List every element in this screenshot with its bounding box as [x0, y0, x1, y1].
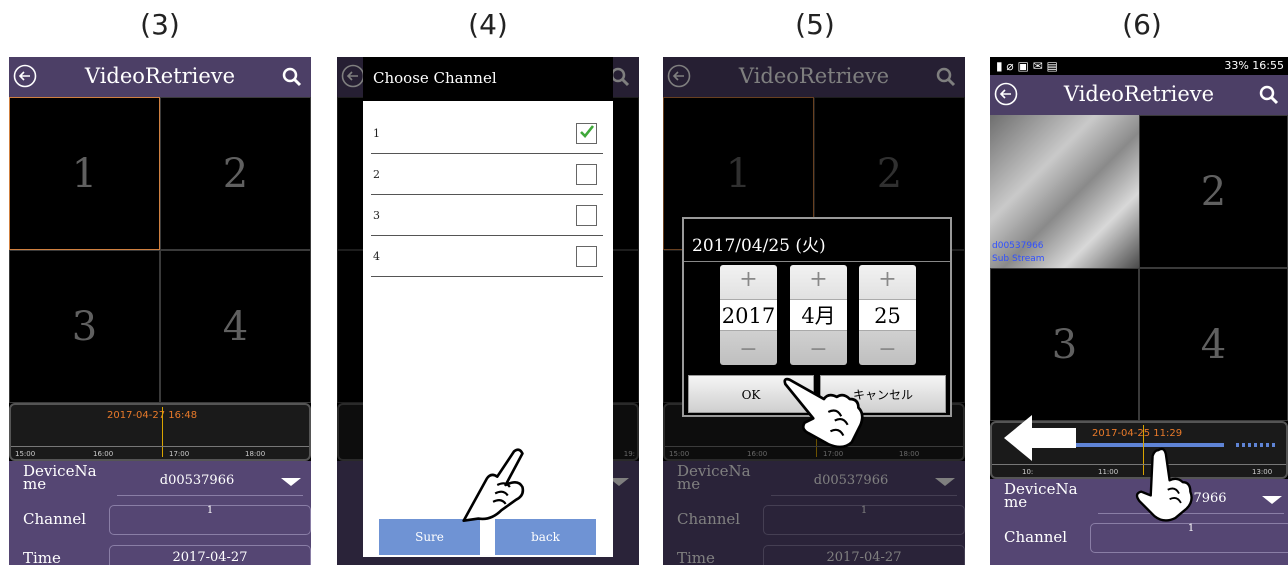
day-increment-button[interactable]: +: [859, 265, 916, 295]
search-form: DeviceNa me d00537966 Channel 1 Time 201…: [9, 461, 311, 565]
tap-hand-icon: [783, 377, 864, 449]
day-decrement-button[interactable]: −: [859, 335, 916, 365]
video-cell-4[interactable]: 4: [160, 250, 311, 403]
video-cell-3[interactable]: 3: [990, 268, 1139, 421]
step-label-4: (4): [468, 8, 508, 41]
channel-row-4[interactable]: 4: [371, 236, 603, 277]
channel-row-1[interactable]: 1: [371, 113, 603, 154]
video-grid: 1 2 3 4: [9, 97, 311, 403]
status-bar: ▮ ⌀ ▣ ✉ ▤ 33% 16:55: [990, 57, 1288, 75]
channel-checkbox-3[interactable]: [576, 205, 597, 226]
video-cell-4[interactable]: 4: [1139, 268, 1288, 421]
chevron-down-icon[interactable]: [281, 478, 301, 486]
month-value[interactable]: 4月: [790, 299, 847, 331]
timeline-tick: 16:00: [93, 450, 114, 458]
channel-checkbox-4[interactable]: [576, 246, 597, 267]
step-label-5: (5): [795, 8, 835, 41]
timeline-scrubber[interactable]: 2017-04-27 16:48 15:00 16:00 17:00 18:00: [9, 403, 311, 461]
month-increment-button[interactable]: +: [790, 265, 847, 295]
thumb-stream-label: Sub Stream: [992, 254, 1045, 264]
channel-row-2[interactable]: 2: [371, 154, 603, 195]
swipe-hand-icon: [1135, 447, 1193, 522]
device-underline: [117, 495, 303, 496]
year-spinner[interactable]: + 2017 −: [720, 265, 777, 365]
timeline-needle: [162, 407, 163, 457]
video-grid: d00537966 Sub Stream 2 3 4: [990, 115, 1288, 421]
title-bar: VideoRetrieve: [990, 75, 1288, 115]
time-label: Time: [23, 549, 61, 565]
year-increment-button[interactable]: +: [720, 265, 777, 295]
step-label-6: (6): [1122, 8, 1162, 41]
month-decrement-button[interactable]: −: [790, 335, 847, 365]
device-label: DeviceNa me: [1004, 480, 1078, 511]
chevron-down-icon[interactable]: [1262, 496, 1282, 504]
timeline-tick: 17:00: [169, 450, 190, 458]
channel-number: 3: [373, 209, 380, 222]
time-value: 2017-04-27: [172, 550, 248, 565]
video-cell-3[interactable]: 3: [9, 250, 160, 403]
device-value[interactable]: d00537966: [117, 473, 277, 488]
picker-title: 2017/04/25 (火): [692, 236, 826, 256]
title-bar: VideoRetrieve: [9, 57, 311, 97]
phone-screen-step6: ▮ ⌀ ▣ ✉ ▤ 33% 16:55 VideoRetrieve d00537…: [990, 57, 1288, 565]
channel-label: Channel: [23, 510, 87, 528]
channel-number: 2: [373, 168, 380, 181]
timeline-tick: 18:00: [245, 450, 266, 458]
search-icon[interactable]: [1258, 84, 1280, 106]
channel-number: 1: [373, 127, 380, 140]
recording-bar: [1236, 443, 1276, 447]
video-thumbnail[interactable]: d00537966 Sub Stream: [990, 115, 1139, 268]
day-spinner[interactable]: + 25 −: [859, 265, 916, 365]
phone-screen-step5: VideoRetrieve 1 2 15:00 16:00 17:00 18:0…: [663, 57, 965, 565]
page-title: VideoRetrieve: [84, 64, 236, 88]
page-title: VideoRetrieve: [1063, 82, 1215, 106]
battery-clock: 33% 16:55: [1224, 59, 1284, 72]
channel-checkbox-1[interactable]: [576, 123, 597, 144]
search-icon[interactable]: [281, 66, 303, 88]
video-cell-2[interactable]: 2: [160, 97, 311, 250]
swipe-left-arrow-icon: [1004, 415, 1076, 461]
picker-divider: [684, 261, 950, 262]
channel-label: Channel: [1004, 528, 1068, 546]
timeline-date: 2017-04-25 11:29: [1092, 428, 1183, 439]
thumb-device-label: d00537966: [992, 241, 1044, 251]
channel-value: 1: [206, 505, 214, 516]
channel-number: 4: [373, 250, 380, 263]
video-cell-2[interactable]: 2: [1139, 115, 1288, 268]
channel-row-3[interactable]: 3: [371, 195, 603, 236]
step-label-3: (3): [140, 8, 180, 41]
timeline-date: 2017-04-27 16:48: [107, 410, 198, 421]
year-decrement-button[interactable]: −: [720, 335, 777, 365]
video-cell-1[interactable]: 1: [9, 97, 160, 250]
day-value[interactable]: 25: [859, 299, 916, 331]
timeline-tick: 10:: [1022, 468, 1034, 476]
device-label: DeviceNa me: [23, 462, 97, 493]
year-value[interactable]: 2017: [720, 299, 777, 331]
timeline-tick: 15:00: [15, 450, 36, 458]
check-icon: [580, 125, 595, 138]
channel-checkbox-2[interactable]: [576, 164, 597, 185]
timeline-tick: 11:00: [1098, 468, 1119, 476]
phone-screen-step3: VideoRetrieve 1 2 3 4 2017-04-27 16:48 1…: [9, 57, 311, 565]
month-spinner[interactable]: + 4月 −: [790, 265, 847, 365]
timeline-tick: 13:00: [1252, 468, 1273, 476]
status-icons: ▮ ⌀ ▣ ✉ ▤: [996, 59, 1058, 73]
dialog-title: Choose Channel: [363, 57, 613, 101]
tap-hand-icon: [462, 448, 525, 523]
timeline-axis: [11, 446, 309, 447]
phone-screen-step4: 19: Choose Channel 1 2 3 4 Sure back: [337, 57, 639, 565]
